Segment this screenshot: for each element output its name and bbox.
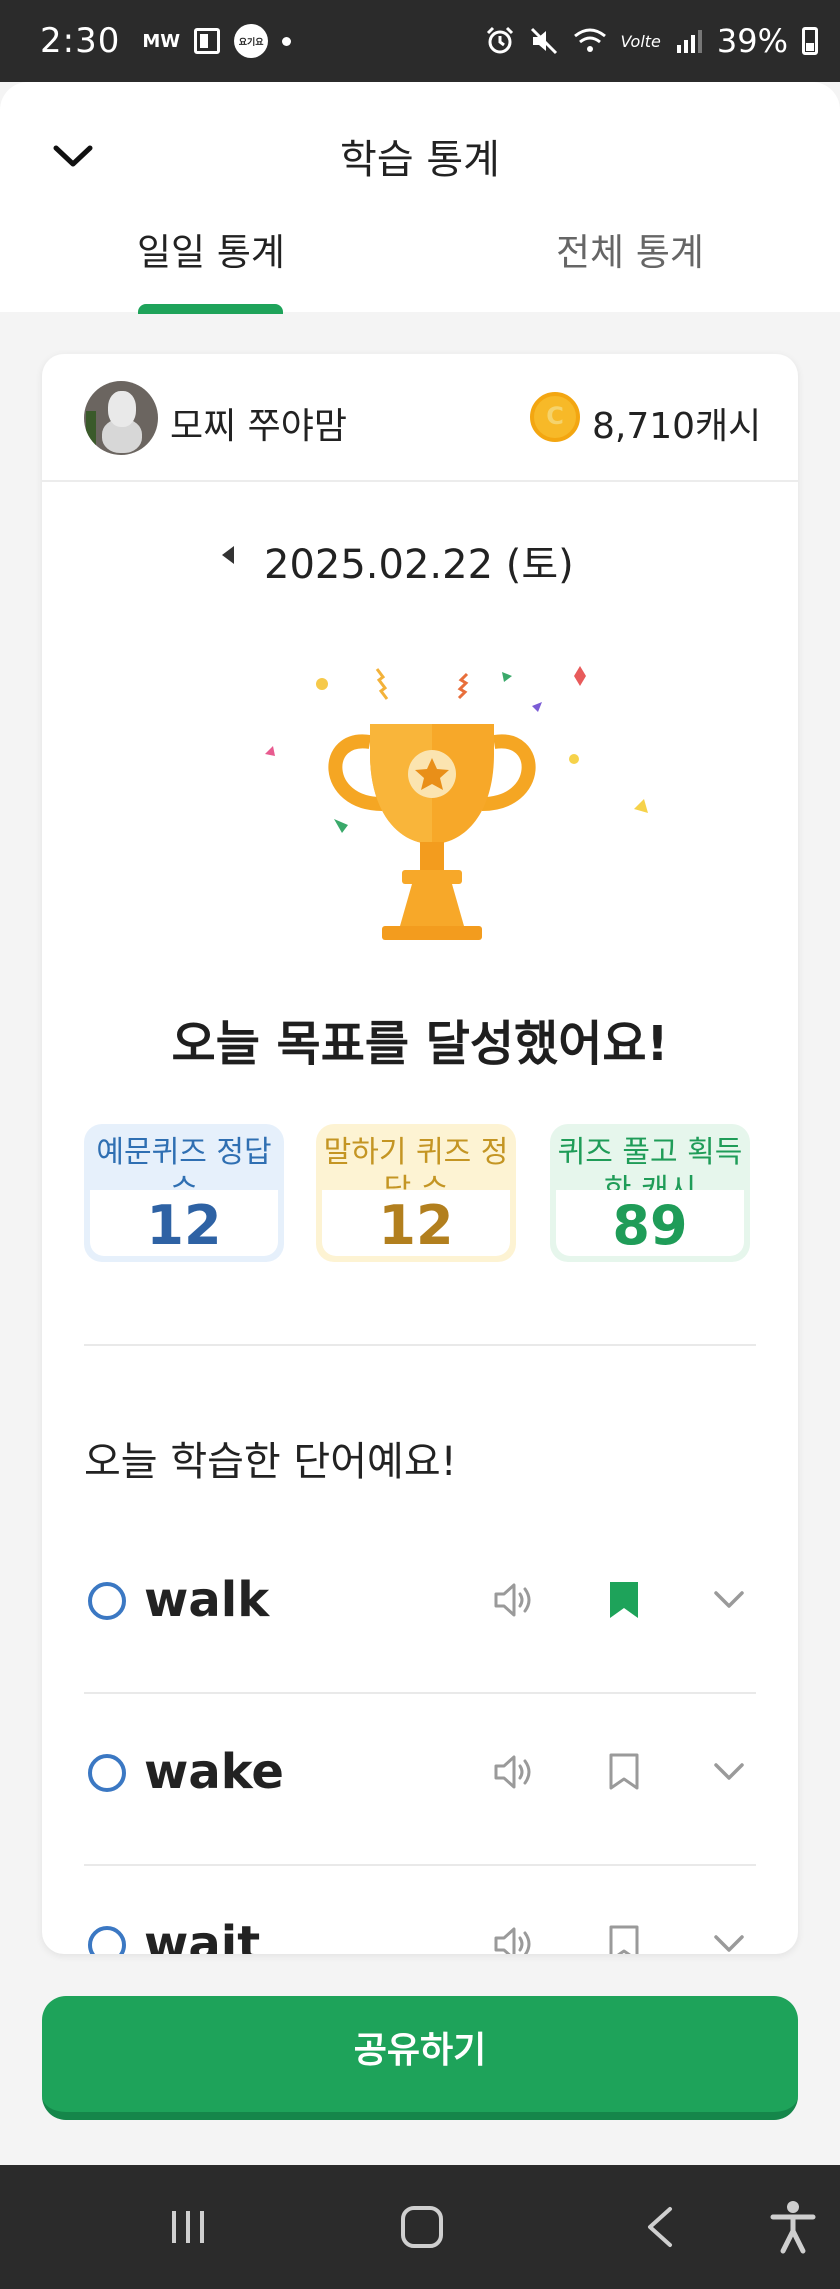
speaker-icon[interactable] (492, 1752, 538, 1792)
tab-total-stats[interactable]: 전체 통계 (556, 222, 704, 276)
stat-example-quiz: 예문퀴즈 정답 수 12 (84, 1124, 284, 1262)
status-time: 2:30 (40, 21, 121, 61)
mute-icon (530, 27, 557, 55)
volte-icon: Volte (620, 31, 661, 51)
mw-icon: MW (142, 30, 181, 52)
status-circle-icon (88, 1582, 126, 1620)
stat-value: 12 (146, 1194, 222, 1257)
divider (84, 1692, 756, 1694)
stat-label: 퀴즈 풀고 획득한 캐시 (557, 1135, 743, 1208)
wifi-icon (573, 28, 606, 52)
chevron-down-icon[interactable] (712, 1586, 746, 1614)
previous-date-arrow-icon[interactable] (222, 546, 234, 564)
chevron-down-icon[interactable] (712, 1758, 746, 1786)
divider (84, 1344, 756, 1346)
home-icon[interactable] (398, 2203, 446, 2251)
speaker-icon[interactable] (492, 1580, 538, 1620)
word-text: wait (144, 1916, 261, 1954)
avatar (84, 381, 158, 455)
goal-achieved-message: 오늘 목표를 달성했어요! (171, 1016, 669, 1072)
word-row-wait[interactable]: wait (84, 1868, 756, 1954)
stat-label: 말하기 퀴즈 정답 수 (323, 1135, 509, 1208)
stat-speaking-quiz: 말하기 퀴즈 정답 수 12 (316, 1124, 516, 1262)
tab-daily-stats[interactable]: 일일 통계 (137, 222, 285, 276)
divider (84, 1864, 756, 1866)
battery-percent: 39% (716, 22, 788, 60)
bookmark-outline-icon[interactable] (606, 1752, 642, 1792)
stats-card: 모찌 쭈야맘 8,710캐시 2025.02.22 (토) 오늘 목표를 달성했… (42, 354, 798, 1954)
bookmark-outline-icon[interactable] (606, 1924, 642, 1954)
header: 학습 통계 일일 통계 전체 통계 (0, 82, 840, 314)
speaker-icon[interactable] (492, 1924, 538, 1954)
stat-earned-cash: 퀴즈 풀고 획득한 캐시 89 (550, 1124, 750, 1262)
chevron-down-icon[interactable] (712, 1930, 746, 1954)
accessibility-icon[interactable] (768, 2199, 818, 2255)
active-tab-indicator (138, 304, 283, 314)
word-row-wake[interactable]: wake (84, 1696, 756, 1866)
status-circle-icon (88, 1926, 126, 1954)
tabs: 일일 통계 전체 통계 (0, 222, 840, 314)
status-circle-icon (88, 1754, 126, 1792)
more-notifications-dot (282, 36, 292, 46)
profile-row: 모찌 쭈야맘 8,710캐시 (42, 354, 798, 482)
recent-apps-icon[interactable] (166, 2205, 210, 2249)
bookmark-filled-icon[interactable] (606, 1580, 642, 1620)
stat-value: 12 (378, 1194, 454, 1257)
words-section-title: 오늘 학습한 단어예요! (84, 1439, 457, 1485)
word-text: wake (144, 1744, 284, 1800)
selected-date: 2025.02.22 (토) (264, 542, 574, 588)
alarm-icon (486, 26, 513, 54)
battery-icon (802, 27, 818, 55)
system-nav-bar (0, 2165, 840, 2289)
back-icon[interactable] (640, 2203, 680, 2251)
word-text: walk (144, 1572, 270, 1628)
yogiyo-icon: 요기요 (234, 24, 269, 58)
username: 모찌 쭈야맘 (170, 406, 348, 447)
status-bar: 2:30 MW 요기요 Volte 39% (0, 0, 840, 82)
trophy-icon (265, 666, 648, 940)
share-button[interactable]: 공유하기 (42, 1996, 798, 2120)
app-notification-icon (194, 28, 221, 54)
word-row-walk[interactable]: walk (84, 1524, 756, 1694)
page-title: 학습 통계 (340, 137, 500, 183)
stat-label: 예문퀴즈 정답 수 (96, 1135, 272, 1208)
stat-value: 89 (612, 1194, 688, 1257)
cash-balance: 8,710캐시 (592, 406, 762, 447)
coin-icon (530, 392, 580, 442)
signal-icon (676, 30, 702, 53)
